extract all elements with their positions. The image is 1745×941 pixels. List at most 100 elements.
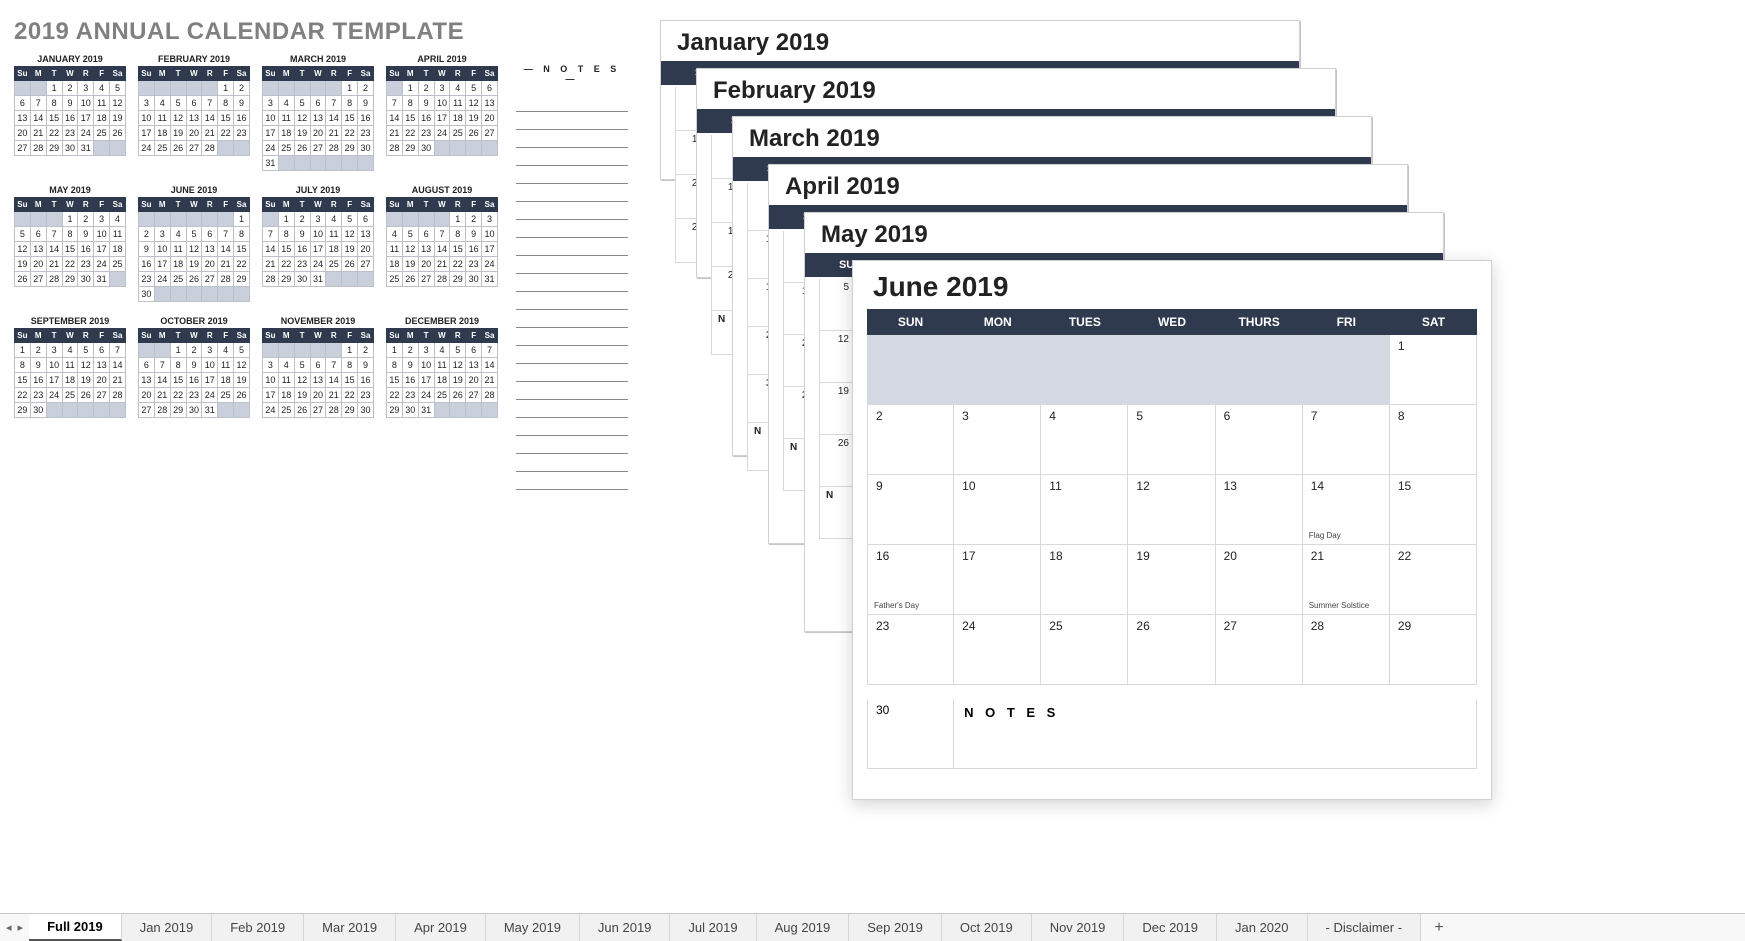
mini-day-cell: 1 [387, 343, 403, 358]
day-cell[interactable]: 3 [954, 405, 1041, 475]
sheet-tab[interactable]: Sep 2019 [849, 914, 942, 941]
mini-day-cell [30, 212, 46, 227]
sheet-tab[interactable]: - Disclaimer - [1308, 914, 1422, 941]
mini-day-cell: 29 [450, 272, 466, 287]
day-cell[interactable] [954, 335, 1041, 405]
day-cell[interactable]: 16Father's Day [867, 545, 954, 615]
day-cell[interactable]: 29 [1390, 615, 1477, 685]
day-cell[interactable]: 22 [1390, 545, 1477, 615]
mini-day-cell: 6 [30, 227, 46, 242]
mini-day-cell: 4 [387, 227, 403, 242]
mini-day-cell: 9 [30, 358, 46, 373]
mini-day-cell [482, 141, 498, 156]
day-cell[interactable]: 20 [1216, 545, 1303, 615]
day-cell[interactable]: 9 [867, 475, 954, 545]
mini-month-table: SuMTWRFSa1234567891011121314151617181920… [14, 66, 126, 156]
mini-day-cell: 10 [154, 242, 170, 257]
mini-day-cell: 19 [402, 257, 418, 272]
sheet-tab[interactable]: Jul 2019 [670, 914, 756, 941]
day-cell[interactable]: 5 [1128, 405, 1215, 475]
notes-area[interactable]: N O T E S [954, 699, 1477, 769]
day-cell[interactable]: 13 [1216, 475, 1303, 545]
day-cell[interactable]: 7 [1303, 405, 1390, 475]
day-cell[interactable]: 11 [1041, 475, 1128, 545]
mini-day-cell: 17 [434, 111, 450, 126]
mini-day-cell [154, 81, 170, 96]
day-cell[interactable]: 4 [1041, 405, 1128, 475]
sheet-tab[interactable]: Nov 2019 [1032, 914, 1125, 941]
tab-nav-prev-icon[interactable]: ◂ [6, 921, 12, 934]
add-sheet-button[interactable]: + [1421, 914, 1457, 941]
day-cell[interactable] [1128, 335, 1215, 405]
day-cell[interactable]: 8 [1390, 405, 1477, 475]
day-cell[interactable]: 6 [1216, 405, 1303, 475]
day-cell[interactable]: 25 [1041, 615, 1128, 685]
notes-line [516, 364, 628, 382]
mini-dow-header: R [450, 329, 466, 343]
mini-day-cell: 25 [62, 388, 78, 403]
sheet-tab[interactable]: Jan 2019 [122, 914, 213, 941]
mini-day-cell: 3 [310, 212, 326, 227]
day-cell[interactable]: 18 [1041, 545, 1128, 615]
mini-day-cell: 27 [30, 272, 46, 287]
mini-dow-header: Sa [482, 198, 498, 212]
mini-day-cell: 11 [387, 242, 403, 257]
sheet-tab[interactable]: Dec 2019 [1124, 914, 1217, 941]
mini-month-table: SuMTWRFSa1234567891011121314151617181920… [262, 197, 374, 287]
day-cell[interactable]: 14Flag Day [1303, 475, 1390, 545]
mini-day-cell: 15 [450, 242, 466, 257]
day-cell[interactable] [1041, 335, 1128, 405]
day-cell[interactable]: 21Summer Solstice [1303, 545, 1390, 615]
sheet-tab[interactable]: Oct 2019 [942, 914, 1032, 941]
mini-day-cell: 8 [15, 358, 31, 373]
mini-day-cell: 11 [154, 111, 170, 126]
sheet-tab[interactable]: Mar 2019 [304, 914, 396, 941]
day-cell[interactable]: 23 [867, 615, 954, 685]
sheet-tab[interactable]: May 2019 [486, 914, 580, 941]
mini-day-cell: 2 [358, 343, 374, 358]
mini-day-cell: 8 [46, 96, 62, 111]
day-cell[interactable]: 28 [1303, 615, 1390, 685]
mini-day-cell [110, 141, 126, 156]
day-cell[interactable]: 2 [867, 405, 954, 475]
day-cell[interactable]: 12 [1128, 475, 1215, 545]
mini-day-cell: 6 [15, 96, 31, 111]
sheet-tab[interactable]: Feb 2019 [212, 914, 304, 941]
day-cell[interactable]: 26 [1128, 615, 1215, 685]
mini-day-cell: 16 [358, 111, 374, 126]
mini-day-cell: 28 [110, 388, 126, 403]
mini-day-cell: 5 [402, 227, 418, 242]
notes-line [516, 418, 628, 436]
notes-column: — N O T E S — [516, 64, 628, 490]
mini-dow-header: W [186, 198, 202, 212]
mini-day-cell: 5 [466, 81, 482, 96]
day-cell[interactable]: 10 [954, 475, 1041, 545]
mini-day-cell: 23 [402, 388, 418, 403]
mini-day-cell: 11 [278, 111, 294, 126]
day-cell[interactable] [1216, 335, 1303, 405]
tab-nav-next-icon[interactable]: ▸ [18, 921, 24, 934]
notes-line [516, 256, 628, 274]
day-cell[interactable] [867, 335, 954, 405]
day-cell[interactable]: 15 [1390, 475, 1477, 545]
sheet-tab[interactable]: Apr 2019 [396, 914, 486, 941]
mini-day-cell: 14 [46, 242, 62, 257]
day-cell[interactable]: 27 [1216, 615, 1303, 685]
day-cell[interactable]: 19 [1128, 545, 1215, 615]
mini-day-cell: 22 [342, 388, 358, 403]
mini-day-cell: 9 [358, 358, 374, 373]
mini-day-cell: 11 [326, 227, 342, 242]
sheet-tab[interactable]: Aug 2019 [757, 914, 850, 941]
mini-day-cell: 9 [186, 358, 202, 373]
day-cell[interactable]: 30 [867, 699, 954, 769]
day-cell[interactable] [1303, 335, 1390, 405]
day-cell[interactable]: 17 [954, 545, 1041, 615]
mini-day-cell: 20 [202, 257, 218, 272]
sheet-tab[interactable]: Jan 2020 [1217, 914, 1308, 941]
mini-day-cell: 1 [15, 343, 31, 358]
day-cell[interactable]: 24 [954, 615, 1041, 685]
mini-day-cell [387, 212, 403, 227]
sheet-tab[interactable]: Jun 2019 [580, 914, 671, 941]
day-cell[interactable]: 1 [1390, 335, 1477, 405]
sheet-tab[interactable]: Full 2019 [29, 914, 122, 941]
